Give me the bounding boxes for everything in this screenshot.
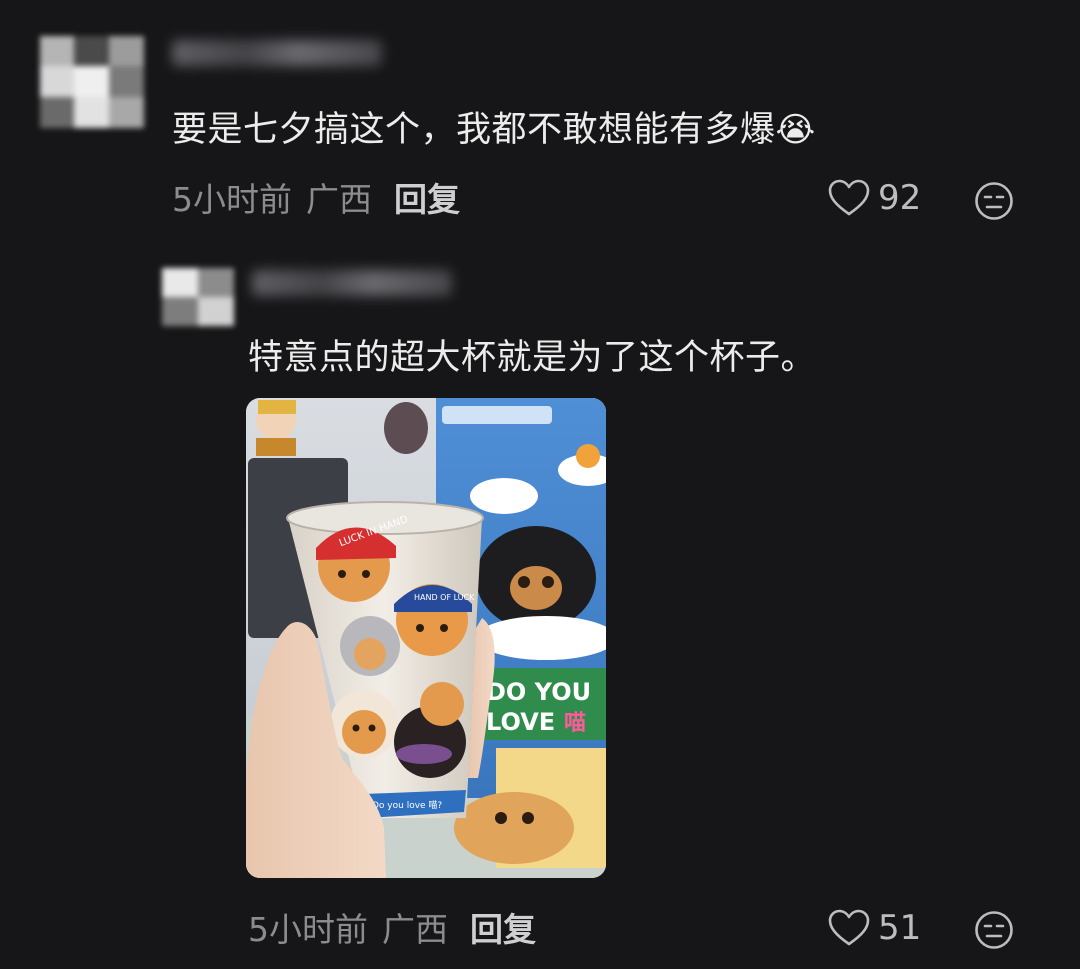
box-label: DO YOU bbox=[486, 678, 591, 706]
reply-button[interactable]: 回复 bbox=[470, 910, 536, 949]
username[interactable] bbox=[252, 270, 452, 296]
like-button[interactable]: 51 bbox=[828, 908, 921, 948]
location: 广西 bbox=[306, 180, 372, 219]
avatar[interactable] bbox=[162, 268, 234, 326]
reply-button[interactable]: 回复 bbox=[394, 180, 460, 219]
timestamp: 5小时前 bbox=[248, 910, 368, 949]
comment-text: 要是七夕搞这个，我都不敢想能有多爆😭 bbox=[172, 107, 816, 153]
heart-outline-icon bbox=[828, 909, 870, 947]
location: 广西 bbox=[382, 910, 448, 949]
svg-text:LOVE: LOVE bbox=[486, 708, 555, 736]
username[interactable] bbox=[172, 40, 382, 66]
comment-body: 特意点的超大杯就是为了这个杯子。 bbox=[248, 338, 817, 378]
crying-emoji-icon: 😭 bbox=[775, 110, 816, 150]
like-count: 92 bbox=[878, 178, 922, 218]
attached-photo[interactable]: DO YOU LOVE 喵 LUCK IN HAND HAND OF LUCK bbox=[246, 398, 606, 878]
avatar[interactable] bbox=[40, 36, 144, 128]
svg-text:Do you love 喵?: Do you love 喵? bbox=[372, 800, 442, 811]
like-count: 51 bbox=[878, 908, 922, 948]
timestamp: 5小时前 bbox=[172, 180, 292, 219]
expressionless-face-icon[interactable] bbox=[974, 910, 1014, 950]
photo-illustration: DO YOU LOVE 喵 LUCK IN HAND HAND OF LUCK bbox=[246, 398, 606, 878]
svg-text:HAND OF LUCK: HAND OF LUCK bbox=[414, 593, 475, 602]
comment-meta: 5小时前 广西 回复 bbox=[172, 180, 460, 220]
comment-text: 特意点的超大杯就是为了这个杯子。 bbox=[248, 335, 816, 381]
expressionless-face-icon[interactable] bbox=[974, 181, 1014, 221]
like-button[interactable]: 92 bbox=[828, 178, 921, 218]
heart-outline-icon bbox=[828, 179, 870, 217]
svg-text:喵: 喵 bbox=[564, 711, 586, 736]
comment-meta: 5小时前 广西 回复 bbox=[248, 910, 536, 950]
comment-body: 要是七夕搞这个，我都不敢想能有多爆 bbox=[172, 110, 776, 150]
